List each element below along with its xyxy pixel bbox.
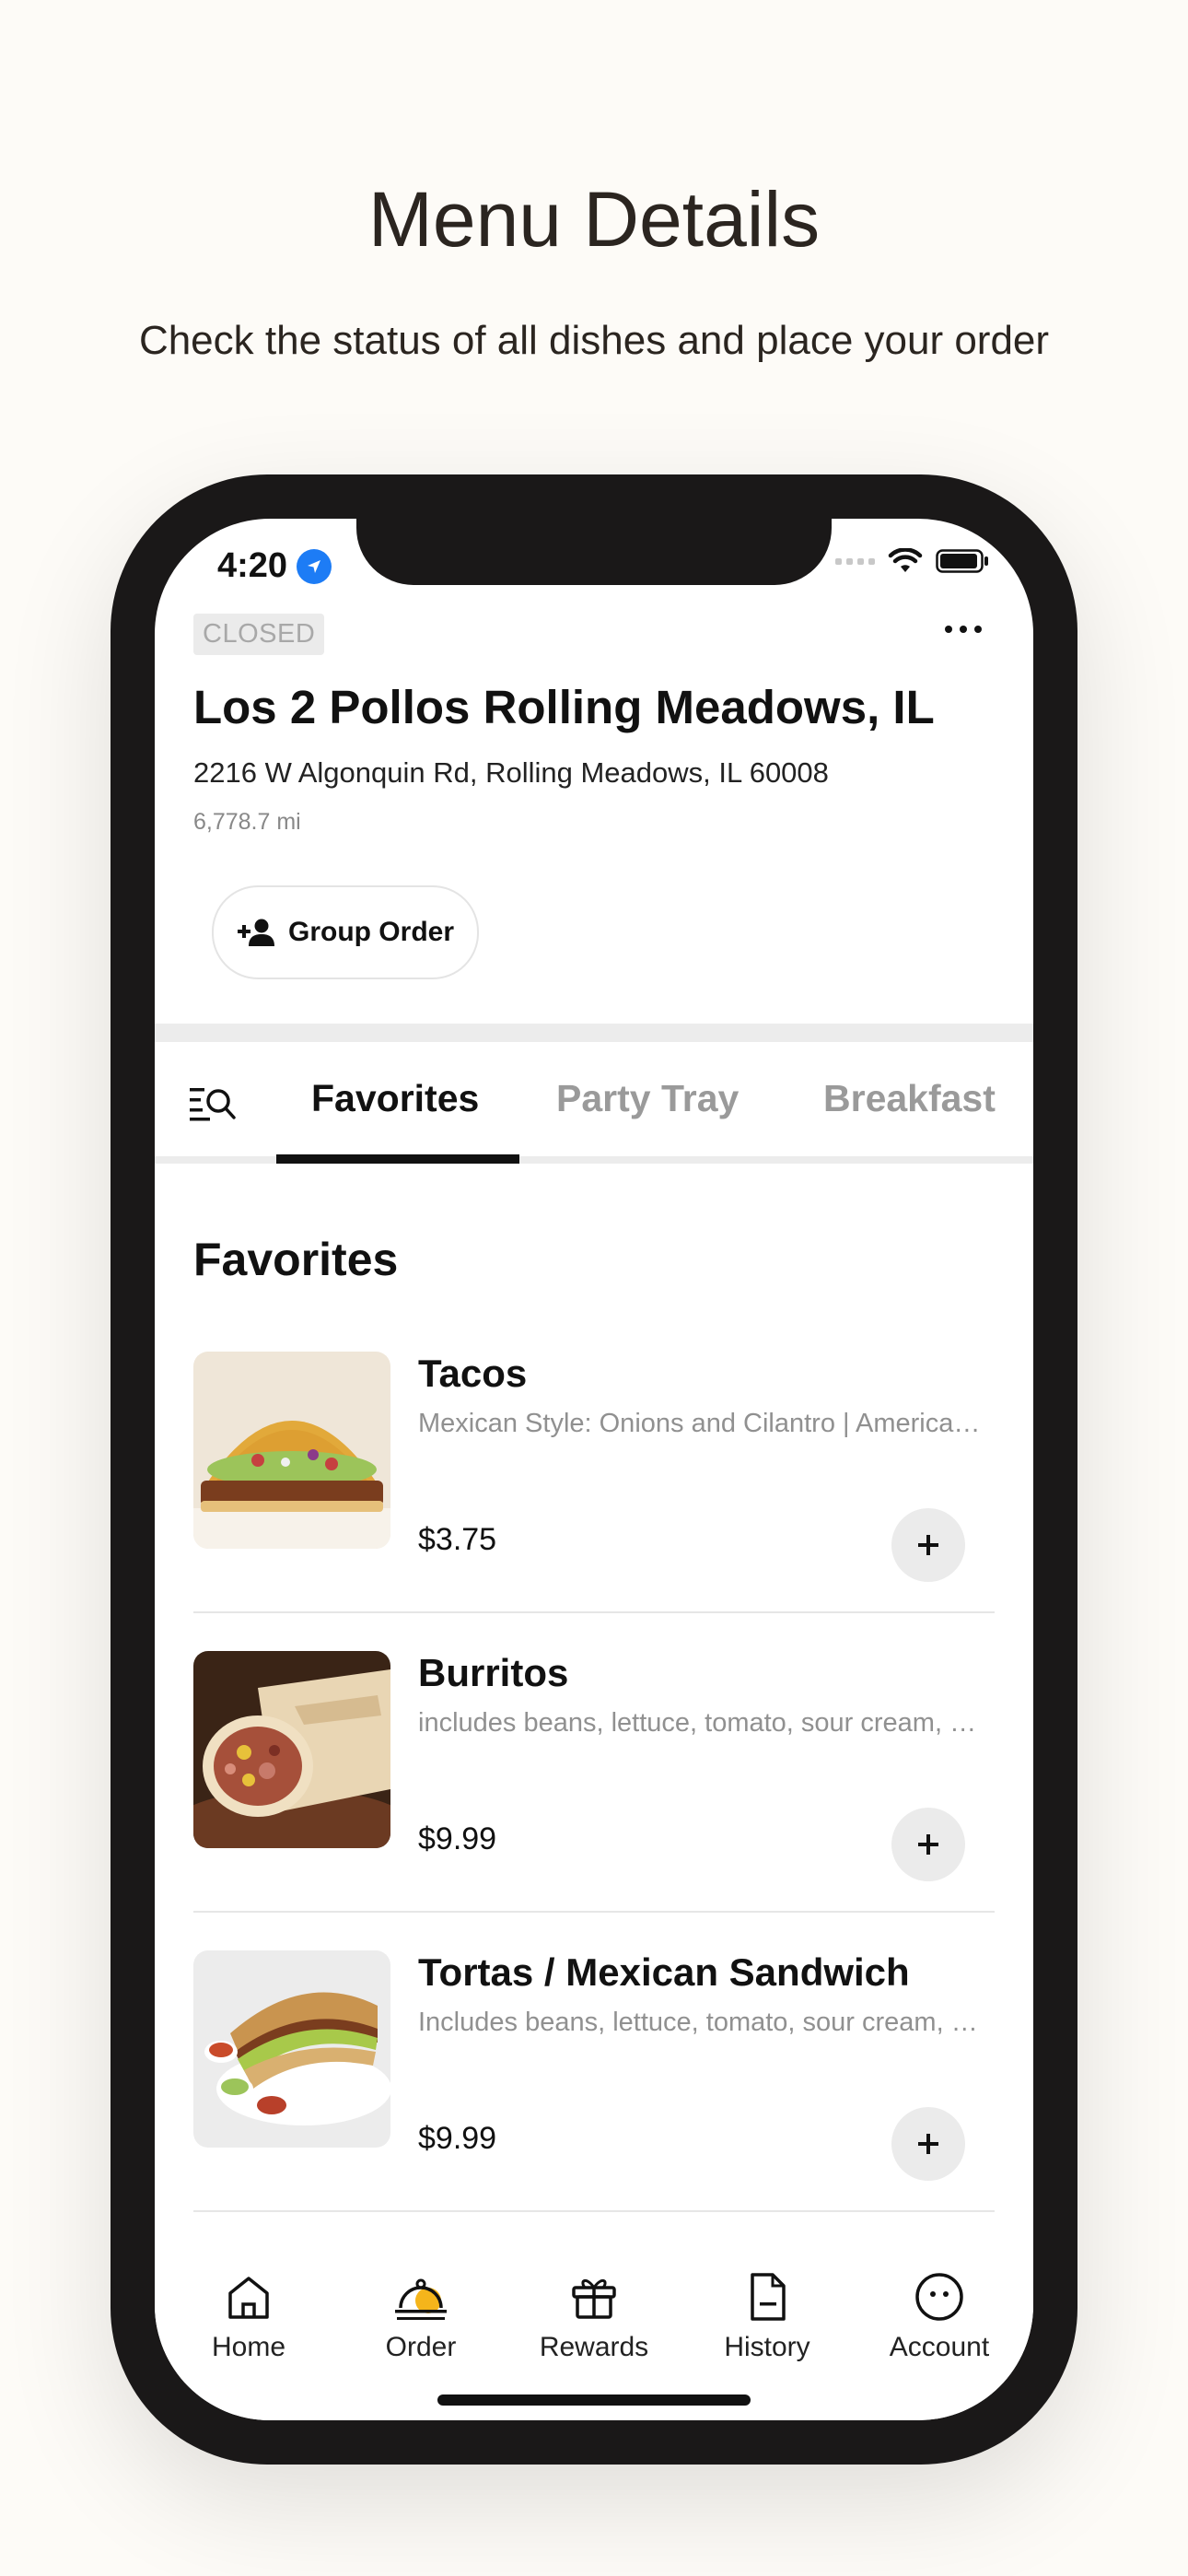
phone-screen: 4:20 CLOSED Los 2 Pollos Rolling Meadows…: [155, 519, 1033, 2420]
tabbar-order[interactable]: Order: [338, 2271, 504, 2363]
notch: [356, 519, 832, 585]
item-name: Tacos: [418, 1352, 528, 1395]
item-price: $3.75: [418, 1522, 497, 1557]
add-to-cart-button[interactable]: [891, 1808, 965, 1881]
document-icon: [751, 2273, 786, 2321]
add-person-icon: [237, 919, 274, 946]
phone-frame: 4:20 CLOSED Los 2 Pollos Rolling Meadows…: [111, 474, 1077, 2465]
burritos-image: [193, 1651, 390, 1848]
gift-icon: [572, 2279, 616, 2319]
section-divider: [155, 1024, 1033, 1042]
item-name: Burritos: [418, 1651, 569, 1694]
plus-icon: [918, 1834, 938, 1855]
tabbar-account[interactable]: Account: [856, 2271, 1022, 2363]
order-cloche-icon: [395, 2278, 447, 2320]
tabbar-label: History: [724, 2332, 810, 2362]
menu-item[interactable]: Tacos Mexican Style: Onions and Cilantro…: [193, 1352, 995, 1651]
location-arrow-icon: [297, 548, 332, 584]
section-title: Favorites: [193, 1234, 399, 1285]
item-separator: [193, 1911, 995, 1913]
more-options-icon[interactable]: [945, 615, 991, 643]
status-indicators: [835, 548, 989, 574]
status-time-text: 4:20: [217, 546, 288, 585]
home-indicator[interactable]: [437, 2395, 751, 2406]
category-tabs: Favorites Party Tray Breakfast: [155, 1042, 1033, 1164]
battery-icon: [936, 549, 988, 573]
menu-item[interactable]: Tortas / Mexican Sandwich Includes beans…: [193, 1950, 995, 2250]
tabbar-label: Order: [385, 2332, 457, 2362]
home-icon: [228, 2277, 269, 2319]
tortas-image: [193, 1950, 390, 2148]
page-title: Menu Details: [367, 176, 821, 263]
store-name: Los 2 Pollos Rolling Meadows, IL: [193, 681, 935, 733]
item-separator: [193, 1611, 995, 1613]
item-description: includes beans, lettuce, tomato, sour cr…: [418, 1708, 989, 1738]
store-distance: 6,778.7 mi: [193, 809, 301, 835]
menu-item[interactable]: Burritos includes beans, lettuce, tomato…: [193, 1651, 995, 1950]
item-price: $9.99: [418, 1821, 497, 1856]
active-tab-indicator: [276, 1154, 519, 1164]
menu-search-icon[interactable]: [188, 1083, 241, 1123]
cellular-signal-icon: [835, 557, 875, 565]
tab-party-tray[interactable]: Party Tray: [556, 1077, 739, 1120]
status-time: 4:20: [217, 546, 332, 586]
tabbar-label: Home: [211, 2332, 286, 2362]
add-to-cart-button[interactable]: [891, 2107, 965, 2181]
store-status-badge: CLOSED: [193, 614, 325, 655]
tab-favorites[interactable]: Favorites: [311, 1077, 479, 1120]
store-address: 2216 W Algonquin Rd, Rolling Meadows, IL…: [193, 756, 829, 789]
group-order-button[interactable]: Group Order: [212, 885, 479, 979]
item-price: $9.99: [418, 2121, 497, 2156]
tabbar-history[interactable]: History: [684, 2271, 850, 2363]
item-description: Includes beans, lettuce, tomato, sour cr…: [418, 2008, 989, 2037]
tabbar-label: Rewards: [539, 2332, 649, 2362]
group-order-label: Group Order: [287, 917, 454, 947]
page-subtitle: Check the status of all dishes and place…: [138, 318, 1050, 363]
tacos-image: [193, 1352, 390, 1549]
tabbar-rewards[interactable]: Rewards: [511, 2271, 677, 2363]
tabbar-home[interactable]: Home: [166, 2271, 332, 2363]
add-to-cart-button[interactable]: [891, 1508, 965, 1582]
item-separator: [193, 2210, 995, 2212]
plus-icon: [918, 1535, 938, 1555]
tabbar-label: Account: [889, 2332, 990, 2362]
item-description: Mexican Style: Onions and Cilantro | Ame…: [418, 1409, 989, 1438]
item-name: Tortas / Mexican Sandwich: [418, 1950, 910, 1994]
wifi-icon: [888, 548, 923, 572]
tab-breakfast[interactable]: Breakfast: [823, 1077, 996, 1120]
account-icon: [915, 2273, 963, 2321]
plus-icon: [918, 2134, 938, 2154]
